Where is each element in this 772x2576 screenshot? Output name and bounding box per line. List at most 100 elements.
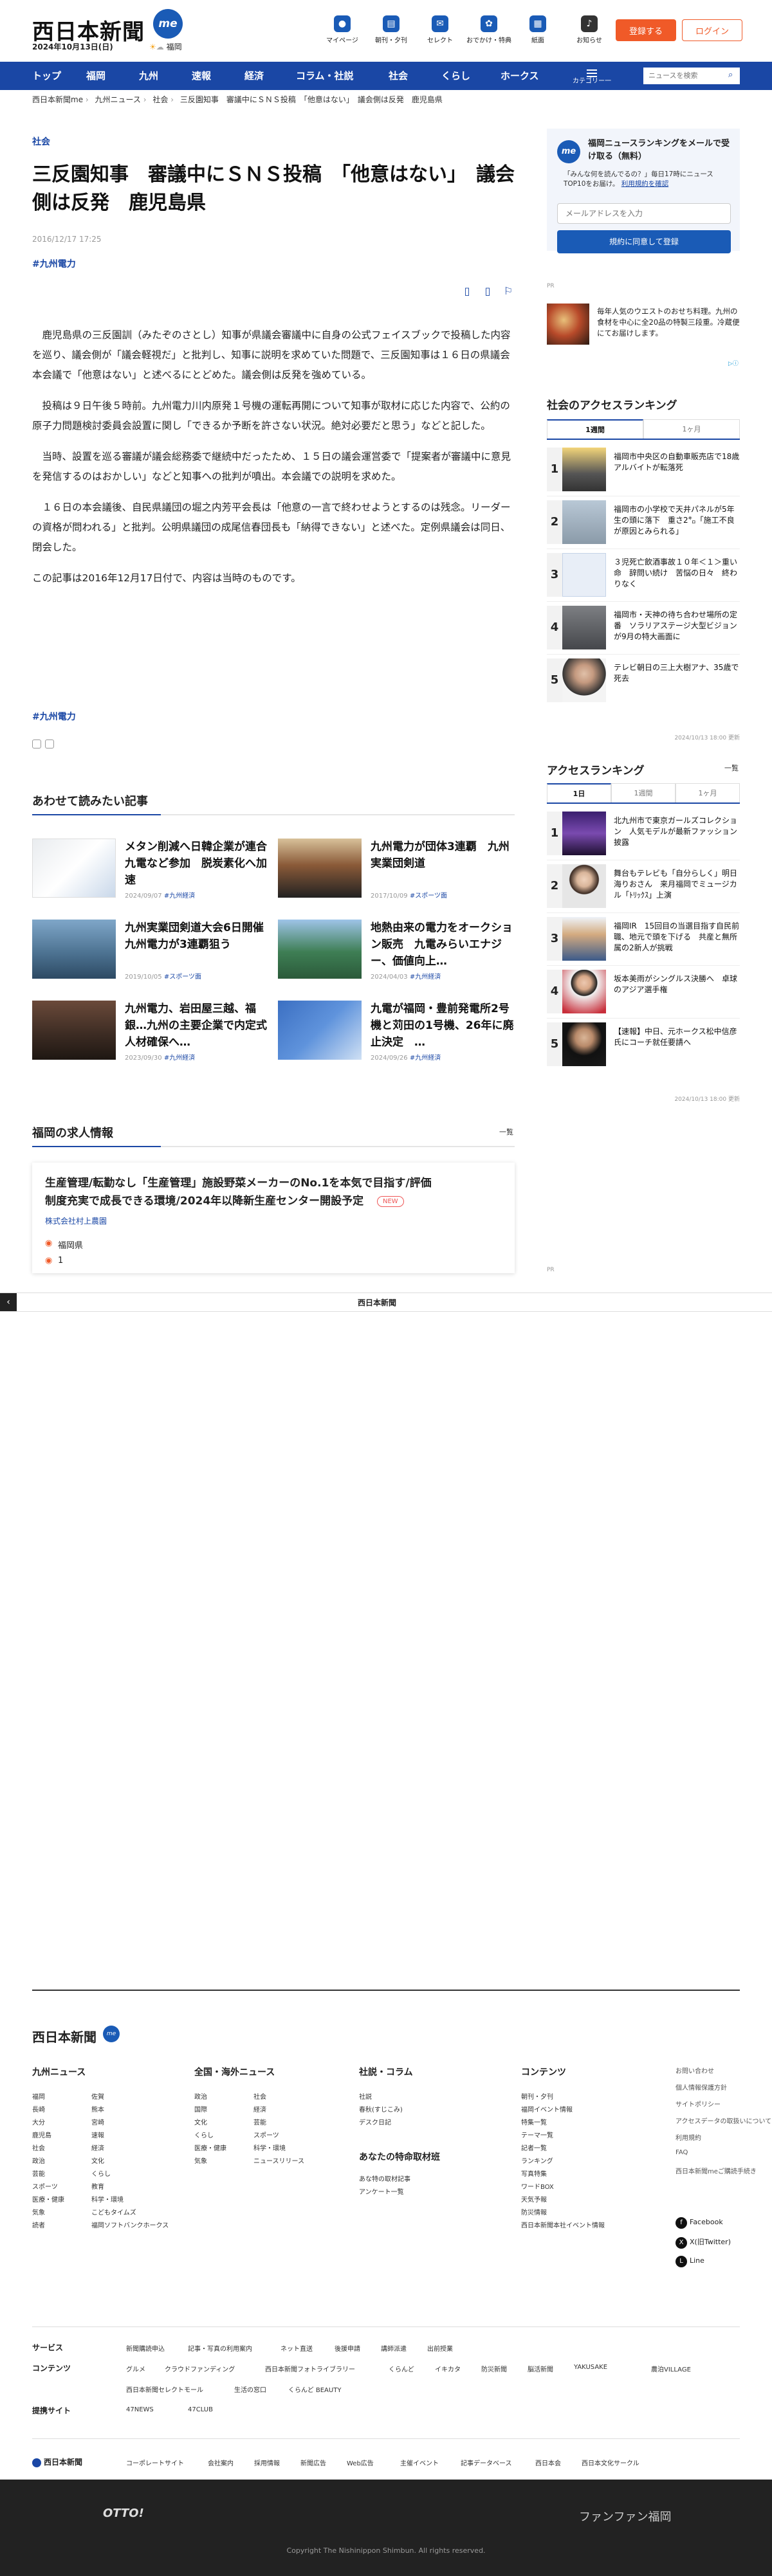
related-article[interactable]: 九電が福岡・豊前発電所2号機と苅田の1号機、26年に廃止決定 … 2024/09… [278,1001,516,1062]
fanfan-logo[interactable]: ファンファン福岡 [579,2508,671,2525]
footer-link[interactable]: 大分 [32,2117,45,2127]
corp-link[interactable]: 会社案内 [208,2458,234,2467]
sidebar-ad[interactable]: 毎年人気のウエストのおせち料理。九州の食材を中心に全20品の特製三段重。冷蔵便に… [547,304,740,367]
chevron-left-icon[interactable]: ‹ [0,1293,17,1311]
ranking-item[interactable]: 2 舞台もテレビも「自分らしく」明日海りおさん 来月福岡でミュージカル「ﾄﾘｯｸｽ… [547,864,740,913]
comment-icon[interactable] [45,739,54,748]
footer-link[interactable]: こどもタイムズ [91,2207,136,2217]
tab-1week[interactable]: 1週間 [547,419,643,439]
related-article[interactable]: 地熱由来の電力をオークション販売 九電みらいエナジー、価値向上… 2024/04… [278,920,516,981]
nav-sokuho[interactable]: 速報 [192,62,211,90]
footer-link[interactable]: 47NEWS [126,2406,154,2413]
footer-link[interactable]: くらんど [389,2364,414,2373]
footer-link[interactable]: 記事・写真の利用案内 [188,2343,252,2353]
ranking-item[interactable]: 3 ３児死亡飲酒事故１０年＜１＞重い命 辞問い続け 苦悩の日々 終わりなく [547,553,740,602]
footer-link[interactable]: テーマ一覧 [521,2130,553,2139]
select-link[interactable]: ✉ セレクト [418,15,463,44]
breadcrumb-shakai[interactable]: 社会 [152,95,168,104]
footer-link[interactable]: 福岡 [32,2091,45,2101]
footer-link[interactable]: くらし [194,2130,214,2139]
notice-link[interactable]: ♪ お知らせ [567,15,612,44]
footer-link[interactable]: 新聞購読申込 [126,2343,165,2353]
footer-link[interactable]: 鹿児島 [32,2130,51,2139]
footer-link[interactable]: 教育 [91,2181,104,2191]
footer-link[interactable]: 農泊VILLAGE [651,2364,691,2373]
footer-link[interactable]: 写真特集 [521,2168,547,2178]
tab-1month[interactable]: 1ヶ月 [643,419,740,439]
search-input[interactable] [643,68,740,84]
footer-link[interactable]: 経済 [253,2104,266,2114]
ranking-item[interactable]: 3 福岡IR 15回目の当選目指す自民前職、地元で頭を下げる 共産と無所属の2新人… [547,917,740,966]
footer-link[interactable]: 個人情報保護方針 [676,2082,727,2092]
login-button[interactable]: ログイン [682,19,742,41]
footer-link[interactable]: ニュースリリース [253,2155,304,2165]
tab-1month[interactable]: 1ヶ月 [676,783,740,803]
footer-link[interactable]: 長崎 [32,2104,45,2114]
footer-link[interactable]: 社会 [32,2143,45,2152]
print-icon[interactable]: ▯ [461,285,473,300]
footer-link[interactable]: FAQ [676,2149,688,2156]
job-card[interactable]: 生産管理/転勤なし「生産管理」施設野菜メーカーのNo.1を本気で目指す/評価制度… [32,1163,515,1273]
footer-link[interactable]: 特集一覧 [521,2117,547,2127]
nav-fukuoka[interactable]: 福岡 [86,62,106,90]
facebook-link[interactable]: f Facebook [676,2217,723,2229]
nav-top[interactable]: トップ [32,62,61,90]
register-button[interactable]: 登録する [616,19,676,41]
footer-link[interactable]: 47CLUB [188,2406,213,2413]
footer-link[interactable]: 生活の窓口 [234,2384,266,2394]
footer-link[interactable]: ネット直送 [280,2343,313,2353]
tab-1week[interactable]: 1週間 [611,783,676,803]
footer-link[interactable]: 佐賀 [91,2091,104,2101]
footer-link[interactable]: 社会 [253,2091,266,2101]
related-article[interactable]: 九州電力が団体3連覇 九州実業団剣道 2017/10/09 #スポーツ面 [278,839,516,900]
footer-link[interactable]: 文化 [91,2155,104,2165]
breadcrumb-kyushu[interactable]: 九州ニュース [95,95,141,104]
related-article[interactable]: メタン削減へ日韓企業が連合 九電など参加 脱炭素化へ加速 2024/09/07 … [32,839,278,900]
footer-link[interactable]: 政治 [194,2091,207,2101]
corp-logo[interactable]: 西日本新聞 [32,2456,82,2467]
category-menu-button[interactable]: カテゴリー一覧 [573,66,611,117]
corp-link[interactable]: 採用情報 [254,2458,280,2467]
footer-link[interactable]: 気象 [32,2207,45,2217]
footer-link[interactable]: 経済 [91,2143,104,2152]
footer-link[interactable]: グルメ [126,2364,145,2373]
nav-hawks[interactable]: ホークス [501,62,539,90]
corp-link[interactable]: 西日本文化サークル [582,2458,639,2467]
email-field[interactable] [557,203,731,224]
related-article[interactable]: 九州実業団剣道大会6日開催 九州電力が3連覇狙う 2019/10/05 #スポー… [32,920,275,981]
related-article[interactable]: 九州電力、岩田屋三越、福銀…九州の主要企業で内定式 人材確保へ… 2023/09… [32,1001,278,1062]
footer-link[interactable]: 読者 [32,2220,45,2229]
subscribe-button[interactable]: 規約に同意して登録 [557,230,731,253]
ranking-item[interactable]: 5 【速報】中日、元ホークス松中信彦氏にコーチ就任要請へ [547,1022,740,1071]
footer-link[interactable]: くらんど BEAUTY [288,2384,341,2394]
weather-widget[interactable]: ☀☁ 福岡 [149,41,182,52]
footer-link[interactable]: 出前授業 [427,2343,453,2353]
article-tag[interactable]: #九州電力 [32,257,76,270]
footer-link[interactable]: 天気予報 [521,2194,547,2204]
footer-link[interactable]: 防災新聞 [481,2364,507,2373]
footer-link[interactable]: 記者一覧 [521,2143,547,2152]
article-category[interactable]: 社会 [32,135,50,148]
breadcrumb-home[interactable]: 西日本新聞me [32,95,83,104]
footer-link[interactable]: アンケート一覧 [359,2186,404,2196]
footer-link[interactable]: 西日本新聞フォトライブラリー [265,2364,355,2373]
line-link[interactable]: L Line [676,2256,704,2267]
footer-link[interactable]: スポーツ [32,2181,58,2191]
share-icon[interactable]: ▯ [481,285,494,300]
ranking-item[interactable]: 5 テレビ朝日の三上大樹アナ、35歳で死去 [547,658,740,707]
nav-kurashi[interactable]: くらし [441,62,470,90]
footer-link[interactable]: 気象 [194,2155,207,2165]
jobs-all-link[interactable]: 一覧 [499,1127,513,1137]
footer-link[interactable]: YAKUSAKE [574,2364,607,2371]
nav-column[interactable]: コラム・社説 [296,62,354,90]
footer-link[interactable]: ランキング [521,2155,553,2165]
x-link[interactable]: X X(旧Twitter) [676,2236,731,2249]
mypage-link[interactable]: ● マイページ [320,15,365,44]
ranking-item[interactable]: 4 坂本美雨がシングルス決勝へ 卓球のアジア選手権 [547,970,740,1019]
ranking-all-link[interactable]: 一覧 [724,763,739,773]
footer-link[interactable]: 利用規約 [676,2132,701,2142]
nav-shakai[interactable]: 社会 [389,62,408,90]
ranking-item[interactable]: 2 福岡市の小学校で天井パネルが5年生の頭に落下 重さ2㌔「施工不良が原因とみられ… [547,500,740,549]
corp-link[interactable]: 新聞広告 [300,2458,326,2467]
nav-keizai[interactable]: 経済 [244,62,264,90]
